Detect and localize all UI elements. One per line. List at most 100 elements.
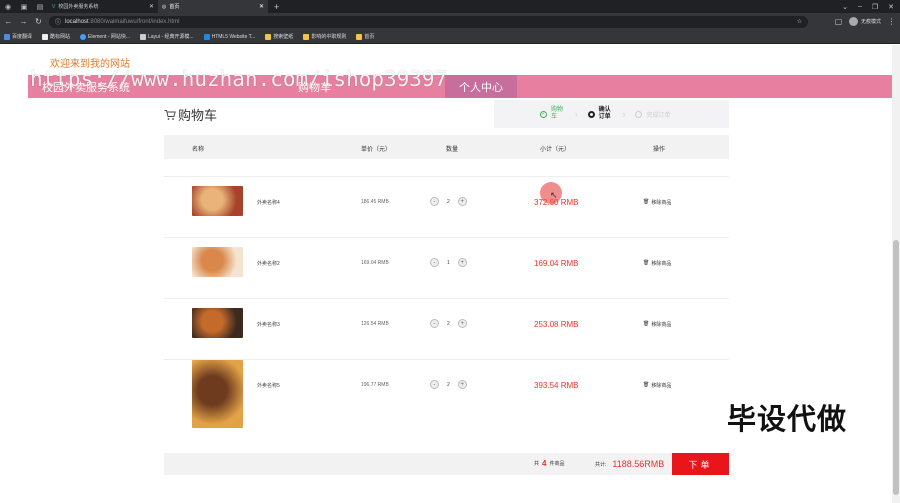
item-name[interactable]: 外卖名称2 bbox=[257, 260, 280, 267]
bookmarks-bar: 百度翻译 酷标网站 Element - 网站快... Layui - 经典开源模… bbox=[0, 30, 900, 44]
extensions-icon[interactable]: ▢ bbox=[834, 17, 843, 26]
vue-icon: V bbox=[52, 3, 56, 10]
item-count: 共 4 件商品 bbox=[534, 459, 564, 468]
item-subtotal: 169.04 RMB bbox=[534, 259, 579, 268]
back-icon[interactable]: ← bbox=[4, 17, 13, 26]
close-icon[interactable]: ✕ bbox=[149, 3, 154, 10]
food-image bbox=[192, 186, 243, 216]
chevron-down-icon[interactable]: ⌄ bbox=[842, 3, 848, 11]
url-field[interactable]: ⓘ localhost:8080/waimaifuwu/front/index.… bbox=[49, 15, 808, 28]
remove-label: 移除商品 bbox=[651, 261, 672, 267]
remove-label: 移除商品 bbox=[651, 200, 672, 206]
total-price: 共计: 1188.56RMB bbox=[595, 459, 664, 469]
bookmark-item[interactable]: 搜索壁纸 bbox=[265, 33, 293, 40]
chevron-right-icon: › bbox=[575, 109, 578, 119]
nav-item-profile[interactable]: 个人中心 bbox=[445, 75, 517, 98]
bookmark-icon bbox=[140, 33, 146, 40]
watermark-url: https://www.huzhan.com/ishop39397 bbox=[30, 67, 448, 91]
bookmark-label: Element - 网站快... bbox=[88, 34, 130, 40]
page-title: 购物车 bbox=[164, 105, 217, 124]
header-action: 操作 bbox=[653, 147, 666, 153]
browser-menu-icon[interactable]: ◉ bbox=[0, 0, 16, 13]
table-row: 外卖名称5 196.77 RMB - 2 +393.54 RMB 🗑 移除商品 bbox=[164, 359, 729, 428]
increase-button[interactable]: + bbox=[457, 258, 467, 267]
page-title-text: 购物车 bbox=[178, 108, 218, 123]
remove-item-button[interactable]: 🗑 移除商品 bbox=[643, 382, 671, 389]
bookmark-icon bbox=[4, 33, 10, 40]
url-host: localhost bbox=[65, 18, 89, 25]
info-icon[interactable]: ⓘ bbox=[55, 17, 61, 26]
header-name: 名称 bbox=[192, 147, 205, 153]
remove-item-button[interactable]: 🗑 移除商品 bbox=[643, 199, 671, 206]
trash-icon: 🗑 bbox=[643, 199, 650, 205]
remove-label: 移除商品 bbox=[651, 322, 672, 328]
item-name[interactable]: 外卖名称3 bbox=[257, 321, 280, 328]
remove-item-button[interactable]: 🗑 移除商品 bbox=[643, 260, 671, 267]
step-label: 购物车 bbox=[551, 107, 564, 120]
decrease-button[interactable]: - bbox=[430, 258, 439, 267]
scrollbar-thumb[interactable] bbox=[893, 240, 899, 495]
header-qty: 数量 bbox=[446, 147, 459, 153]
tab-home[interactable]: ◎ 首页 ✕ bbox=[158, 0, 268, 13]
place-order-button[interactable]: 下单 bbox=[672, 453, 729, 475]
trash-icon: 🗑 bbox=[643, 321, 650, 327]
minimize-icon[interactable]: – bbox=[858, 3, 862, 11]
bookmark-item[interactable]: Element - 网站快... bbox=[80, 33, 130, 40]
restore-icon[interactable]: ❐ bbox=[872, 3, 878, 11]
increase-button[interactable]: + bbox=[457, 380, 467, 389]
remove-item-button[interactable]: 🗑 移除商品 bbox=[643, 321, 671, 328]
bookmark-item[interactable]: Layui - 经典开源模... bbox=[140, 33, 194, 40]
bookmark-item[interactable]: 首页 bbox=[356, 33, 374, 40]
window-controls: ⌄ – ❐ ✕ bbox=[842, 3, 900, 11]
tab-campus-takeout[interactable]: V 校园外卖服务系统 ✕ bbox=[48, 0, 158, 13]
reload-icon[interactable]: ↻ bbox=[34, 17, 43, 26]
total-value: 1188.56RMB bbox=[612, 459, 665, 469]
new-tab-icon[interactable]: + bbox=[268, 2, 285, 12]
decrease-button[interactable]: - bbox=[430, 197, 439, 206]
bookmark-icon bbox=[356, 33, 363, 40]
increase-button[interactable]: + bbox=[457, 319, 467, 328]
profile-button[interactable]: 无痕模式 bbox=[848, 17, 881, 26]
item-price: 126.54 RMB bbox=[361, 321, 389, 327]
order-steps: ✓ 购物车 › 确认订单 › 完成订单 bbox=[494, 100, 729, 128]
food-image bbox=[192, 360, 243, 428]
more-menu-icon[interactable]: ⋮ bbox=[887, 17, 896, 26]
calendar-icon[interactable]: ▤ bbox=[32, 0, 48, 13]
item-price: 169.04 RMB bbox=[361, 260, 389, 266]
bookmark-item[interactable]: 百度翻译 bbox=[4, 33, 32, 40]
step-label: 完成订单 bbox=[646, 112, 671, 119]
bookmark-label: 搜索壁纸 bbox=[273, 34, 294, 40]
count-prefix: 共 bbox=[534, 461, 540, 467]
item-name[interactable]: 外卖名称4 bbox=[257, 199, 280, 206]
quantity-stepper: - 2 + bbox=[430, 380, 467, 389]
url-path: :8080/waimaifuwu/front/index.html bbox=[88, 18, 180, 25]
food-image bbox=[192, 308, 243, 338]
browser-tab-bar: ◉ ▣ ▤ V 校园外卖服务系统 ✕ ◎ 首页 ✕ + ⌄ – ❐ ✕ bbox=[0, 0, 900, 13]
close-window-icon[interactable]: ✕ bbox=[888, 3, 894, 11]
tab-title: 首页 bbox=[169, 4, 180, 10]
tab-group-icon[interactable]: ▣ bbox=[16, 0, 32, 13]
count-suffix: 件商品 bbox=[549, 461, 565, 467]
scrollbar[interactable] bbox=[892, 45, 900, 503]
decrease-button[interactable]: - bbox=[430, 319, 439, 328]
bookmark-item[interactable]: 影响的中职规则 bbox=[303, 33, 346, 40]
increase-button[interactable]: + bbox=[457, 197, 467, 206]
close-icon[interactable]: ✕ bbox=[259, 3, 264, 10]
forward-icon[interactable]: → bbox=[19, 17, 28, 26]
trash-icon: 🗑 bbox=[643, 382, 650, 388]
cart-footer: 共 4 件商品 共计: 1188.56RMB 下单 bbox=[164, 453, 729, 475]
quantity-value: 2 bbox=[447, 320, 450, 327]
bookmark-star-icon[interactable]: ☆ bbox=[797, 18, 802, 25]
step-confirm: 确认订单 bbox=[587, 107, 613, 121]
item-name[interactable]: 外卖名称5 bbox=[257, 382, 280, 389]
cart-table-header: 名称 单价（元） 数量 小计（元） 操作 bbox=[164, 135, 729, 159]
bookmark-item[interactable]: 酷标网站 bbox=[42, 33, 70, 40]
bookmark-label: 百度翻译 bbox=[12, 34, 33, 40]
current-step-icon bbox=[587, 110, 595, 118]
step-label: 确认订单 bbox=[598, 107, 611, 120]
cart-icon bbox=[164, 109, 176, 120]
bookmark-item[interactable]: HTML5 Website T... bbox=[203, 33, 255, 40]
table-row: 外卖名称4186.45 RMB-2+372.90 RMB🗑移除商品 bbox=[164, 176, 729, 237]
item-subtotal: 393.54 RMB bbox=[534, 381, 579, 390]
decrease-button[interactable]: - bbox=[430, 380, 439, 389]
